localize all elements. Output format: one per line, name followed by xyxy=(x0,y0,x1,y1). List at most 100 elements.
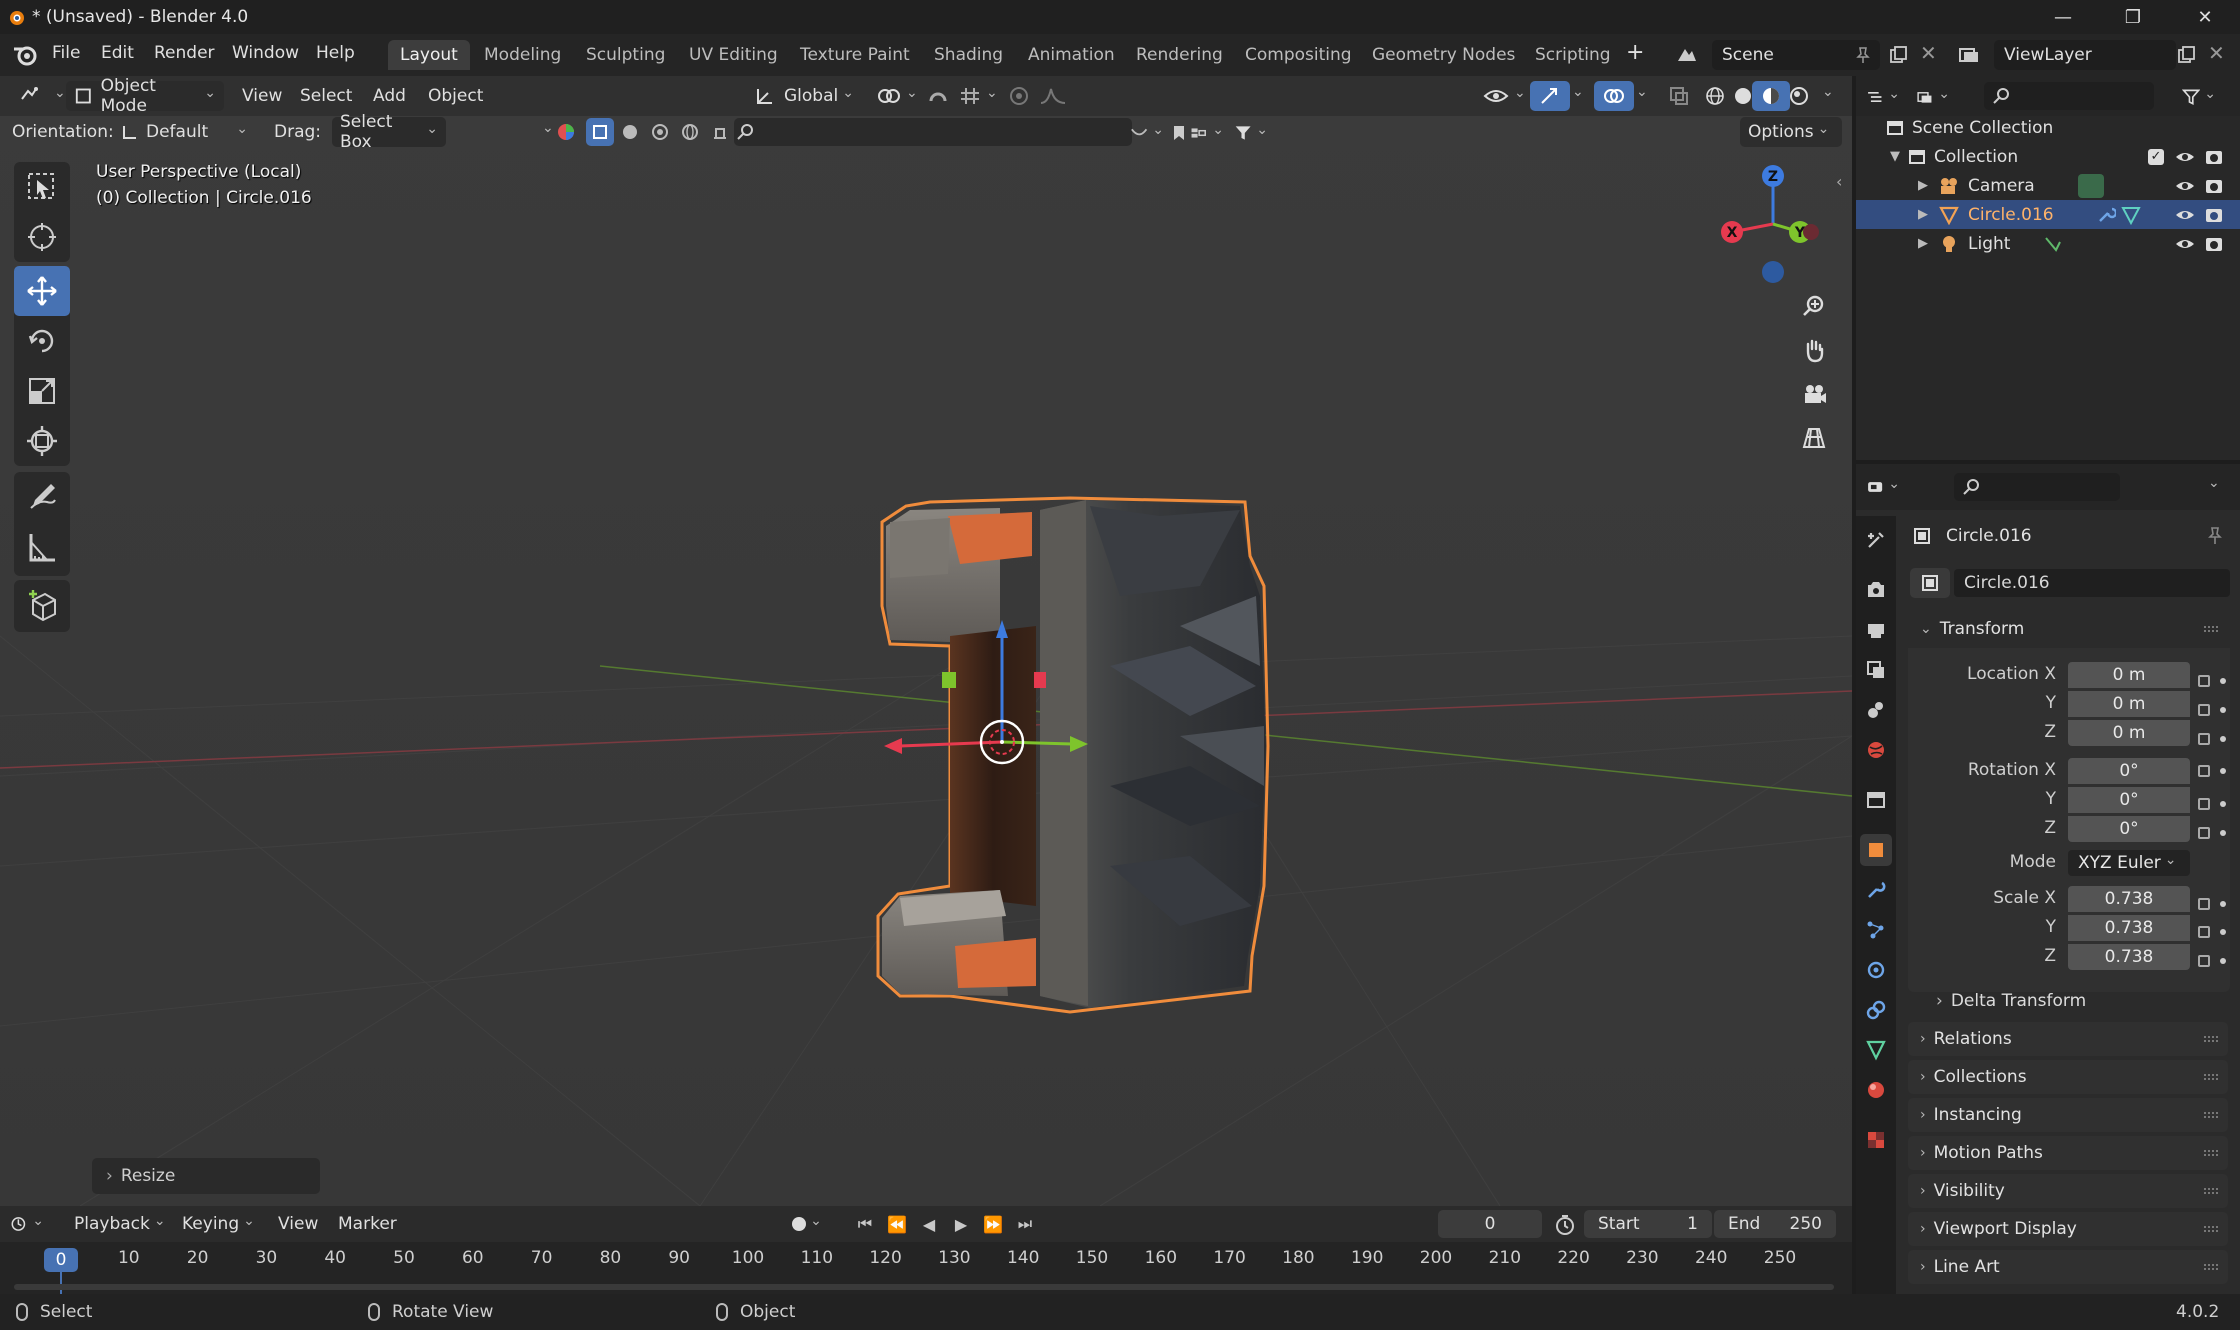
outliner-collection[interactable]: ▼ Collection ✓ xyxy=(1856,142,2240,171)
measure-tool-icon[interactable] xyxy=(14,522,70,572)
overlays-dropdown-icon[interactable] xyxy=(1624,81,1656,111)
view-layer-icon[interactable] xyxy=(1952,40,1986,70)
pan-hand-icon[interactable] xyxy=(1794,330,1834,370)
navigation-gizmo[interactable]: Z X Y xyxy=(1710,158,1820,288)
exclude-checkbox[interactable]: ✓ xyxy=(2148,148,2164,165)
modifiers-tab-icon[interactable] xyxy=(1860,874,1892,906)
zoom-icon[interactable] xyxy=(1794,286,1834,326)
auto-keying-icon[interactable] xyxy=(790,1209,824,1239)
constraints-tab-icon[interactable] xyxy=(1860,994,1892,1026)
3d-viewport[interactable]: Object Mode View Select Add Object Globa… xyxy=(0,76,1852,1206)
mode-select[interactable]: Object Mode xyxy=(66,76,224,116)
timeline-editor-type-icon[interactable] xyxy=(10,1209,44,1239)
next-keyframe-icon[interactable]: ⏩ xyxy=(980,1212,1006,1236)
tool-tab-icon[interactable] xyxy=(1860,524,1892,556)
outliner-item-camera[interactable]: ▶ Camera xyxy=(1856,171,2240,200)
delta-transform-subpanel[interactable]: › Delta Transform xyxy=(1926,986,2226,1016)
lock-scale-x-icon[interactable] xyxy=(2198,847,2238,917)
outliner-filter-icon[interactable] xyxy=(2182,82,2216,112)
display-mode-icon[interactable] xyxy=(1916,82,1950,112)
menu-object[interactable]: Object xyxy=(420,81,491,111)
scene-tab-icon[interactable] xyxy=(1860,694,1892,726)
select-box-mode-icon[interactable] xyxy=(586,118,614,146)
pin-icon[interactable] xyxy=(2206,526,2224,546)
jump-start-icon[interactable]: ⏮ xyxy=(852,1212,878,1236)
falloff-icon[interactable] xyxy=(1030,81,1076,111)
xray-toggle-icon[interactable] xyxy=(1660,81,1698,111)
outliner-item-light[interactable]: ▶ Light xyxy=(1856,229,2240,258)
render-tab-icon[interactable] xyxy=(1860,574,1892,606)
visibility-eye-icon[interactable] xyxy=(2174,178,2196,194)
display-mode-icon[interactable] xyxy=(1190,118,1224,148)
datablock-browse-icon[interactable] xyxy=(1910,568,1950,598)
tab-sculpting[interactable]: Sculpting xyxy=(574,40,677,70)
move-x-arrow-icon[interactable] xyxy=(884,738,902,754)
relations-panel-header[interactable]: › Relations xyxy=(1908,1022,2228,1056)
close-window-button[interactable]: ✕ xyxy=(2170,0,2240,34)
menu-add[interactable]: Add xyxy=(365,81,414,111)
maximize-button[interactable]: ❐ xyxy=(2098,0,2168,34)
delete-scene-icon[interactable]: ✕ xyxy=(1920,41,1937,65)
orientation-select[interactable]: Default xyxy=(112,117,256,147)
properties-editor-type-icon[interactable] xyxy=(1866,472,1900,502)
camera-view-icon[interactable] xyxy=(1794,374,1834,414)
new-view-layer-icon[interactable] xyxy=(2176,45,2196,65)
rotation-mode-select[interactable]: XYZ Euler xyxy=(2068,850,2190,876)
move-y-arrow-icon[interactable] xyxy=(1070,736,1088,752)
gizmo-dropdown-icon[interactable] xyxy=(1560,81,1592,111)
tab-shading[interactable]: Shading xyxy=(922,40,1015,70)
output-tab-icon[interactable] xyxy=(1860,614,1892,646)
lock-scale-y-icon[interactable] xyxy=(2198,917,2238,946)
lock-location-x-icon[interactable] xyxy=(2198,666,2238,695)
expand-arrow-icon[interactable]: ▶ xyxy=(1918,207,1928,222)
mesh-data-icon[interactable] xyxy=(2120,205,2142,225)
view-layer-field[interactable]: ViewLayer xyxy=(1994,40,2176,70)
tab-animation[interactable]: Animation xyxy=(1016,40,1127,70)
lock-rotation-z-icon[interactable] xyxy=(2198,818,2238,847)
menu-help[interactable]: Help xyxy=(316,43,355,63)
timeline-scrollbar[interactable] xyxy=(14,1284,1834,1290)
end-frame-field[interactable]: End 250 xyxy=(1714,1210,1836,1238)
select-box-tool-icon[interactable] xyxy=(14,162,70,212)
physics-tab-icon[interactable] xyxy=(1860,954,1892,986)
outliner-editor-type-icon[interactable] xyxy=(1866,82,1900,112)
jump-end-icon[interactable]: ⏭ xyxy=(1012,1212,1038,1236)
new-scene-icon[interactable] xyxy=(1888,45,1908,65)
menu-select[interactable]: Select xyxy=(292,81,360,111)
location-z-field[interactable]: 0 m xyxy=(2068,720,2190,746)
editor-type-icon[interactable] xyxy=(10,81,74,111)
object-datablock-selector[interactable]: Circle.016 xyxy=(1910,568,2230,598)
object-tab-icon[interactable] xyxy=(1860,834,1892,866)
prev-keyframe-icon[interactable]: ⏪ xyxy=(884,1212,910,1236)
menu-file[interactable]: File xyxy=(52,43,80,63)
render-camera-icon[interactable] xyxy=(2204,148,2224,166)
visibility-eye-icon[interactable] xyxy=(2174,236,2196,252)
pin-icon[interactable] xyxy=(1854,46,1872,64)
motion-paths-panel-header[interactable]: › Motion Paths xyxy=(1908,1136,2228,1170)
render-camera-icon[interactable] xyxy=(2204,206,2224,224)
playhead-marker[interactable]: 0 xyxy=(44,1248,78,1272)
world-tab-icon[interactable] xyxy=(1860,734,1892,766)
modifier-wrench-icon[interactable] xyxy=(2096,205,2116,225)
scale-y-field[interactable]: 0.738 xyxy=(2068,915,2190,941)
camera-data-icon[interactable] xyxy=(2078,173,2104,198)
menu-timeline-view[interactable]: View xyxy=(270,1209,326,1239)
outliner-item-circle016[interactable]: ▶ Circle.016 xyxy=(1856,200,2240,229)
plane-yz-handle-icon[interactable] xyxy=(1034,672,1046,688)
select-material-icon[interactable] xyxy=(646,118,674,146)
render-camera-icon[interactable] xyxy=(2204,235,2224,253)
lock-scale-z-icon[interactable] xyxy=(2198,946,2238,975)
tab-scripting[interactable]: Scripting xyxy=(1523,40,1623,70)
add-workspace-icon[interactable]: + xyxy=(1626,40,1644,65)
tab-modeling[interactable]: Modeling xyxy=(472,40,573,70)
datablock-name-field[interactable]: Circle.016 xyxy=(1954,569,2230,597)
particles-tab-icon[interactable] xyxy=(1860,914,1892,946)
add-cube-tool-icon[interactable] xyxy=(14,580,70,630)
scale-x-field[interactable]: 0.738 xyxy=(2068,886,2190,912)
line-art-panel-header[interactable]: › Line Art xyxy=(1908,1250,2228,1284)
expand-arrow-icon[interactable]: ▶ xyxy=(1918,236,1928,251)
menu-view[interactable]: View xyxy=(234,81,290,111)
asset-search-input[interactable] xyxy=(734,118,1132,146)
filter-flip-icon[interactable] xyxy=(1130,118,1164,148)
transform-orientation-select[interactable]: Global xyxy=(746,81,862,111)
